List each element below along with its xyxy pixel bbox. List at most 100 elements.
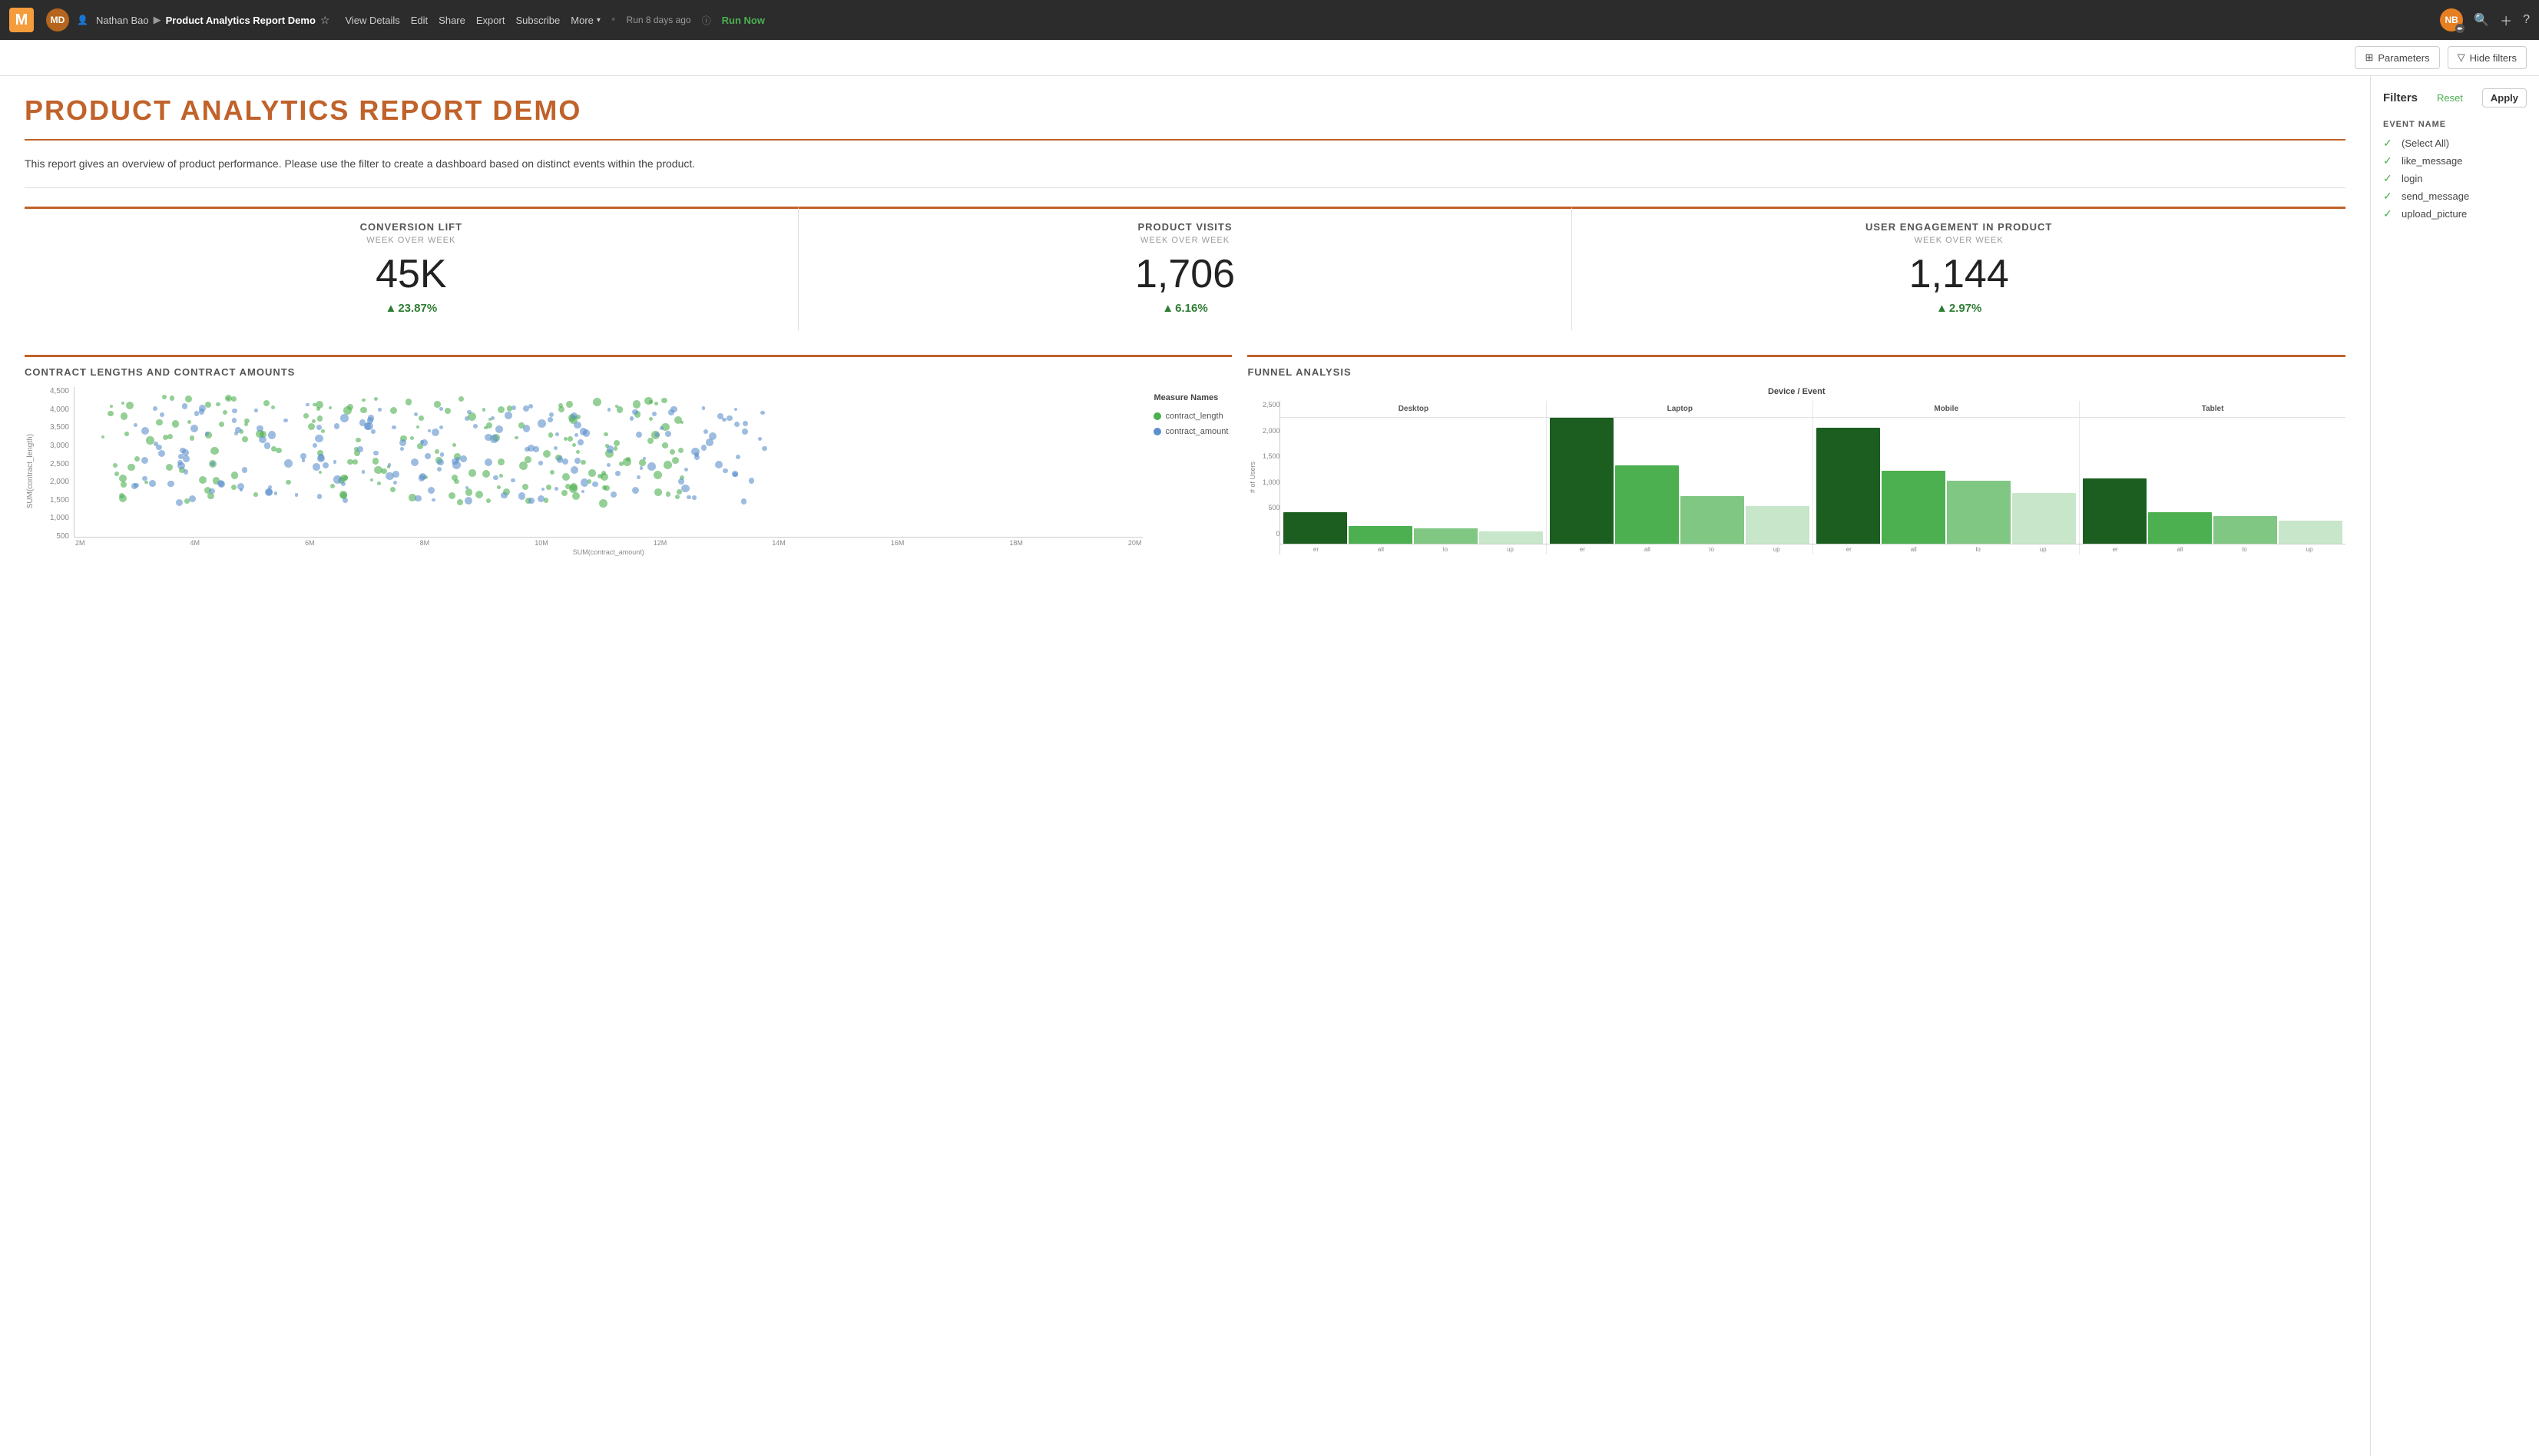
metric-sublabel-1: WEEK OVER WEEK	[814, 236, 1557, 245]
scatter-dot-green	[263, 400, 270, 406]
scatter-dot-green	[457, 499, 463, 505]
scatter-dot-blue	[440, 452, 445, 457]
scatter-dot-green	[661, 398, 667, 404]
filter-item-select-all[interactable]: ✓ (Select All)	[2383, 137, 2527, 150]
scatter-dot-blue	[501, 492, 508, 499]
help-icon[interactable]: ?	[2523, 13, 2530, 27]
scatter-dot-green	[330, 484, 335, 488]
view-details-link[interactable]: View Details	[345, 15, 399, 26]
charts-row: CONTRACT LENGTHS AND CONTRACT AMOUNTS SU…	[25, 355, 2345, 556]
funnel-chart-panel: FUNNEL ANALYSIS Device / Event # of User…	[1247, 355, 2345, 556]
scatter-dot-blue	[749, 478, 754, 483]
bar-mobile-all	[1882, 471, 1945, 544]
scatter-dot-blue	[694, 455, 700, 460]
scatter-dot-blue	[493, 475, 498, 480]
scatter-dot-green	[126, 402, 134, 409]
scatter-dot-green	[170, 395, 175, 401]
scatter-dot-blue	[654, 432, 659, 437]
metric-card-conversion: CONVERSION LIFT WEEK OVER WEEK 45K ▲23.8…	[25, 207, 798, 330]
report-title: PRODUCT ANALYTICS REPORT DEMO	[25, 94, 2345, 127]
star-icon[interactable]: ☆	[320, 14, 330, 27]
scatter-dot-blue	[528, 498, 534, 503]
legend-item-contract-length: contract_length	[1154, 412, 1232, 421]
subscribe-link[interactable]: Subscribe	[515, 15, 560, 26]
scatter-dot-green	[546, 485, 551, 490]
scatter-dot-green	[602, 485, 607, 490]
filter-item-like-message[interactable]: ✓ like_message	[2383, 154, 2527, 167]
scatter-dot-green	[166, 464, 173, 471]
metric-card-visits: PRODUCT VISITS WEEK OVER WEEK 1,706 ▲6.1…	[798, 207, 1572, 330]
filter-apply-button[interactable]: Apply	[2482, 88, 2527, 108]
filter-item-login[interactable]: ✓ login	[2383, 172, 2527, 185]
filter-label-1: like_message	[2402, 155, 2463, 167]
scatter-dot-green	[185, 395, 192, 402]
user-avatar[interactable]: MD	[46, 8, 69, 31]
scatter-dot-green	[452, 443, 456, 447]
metric-card-engagement: USER ENGAGEMENT IN PRODUCT WEEK OVER WEE…	[1571, 207, 2345, 330]
filter-item-send-message[interactable]: ✓ send_message	[2383, 190, 2527, 203]
scatter-dot-green	[121, 412, 128, 420]
scatter-dot-green	[410, 436, 414, 440]
hide-filters-button[interactable]: ▽ Hide filters	[2448, 46, 2527, 69]
scatter-dot-green	[127, 464, 135, 472]
bar-laptop-er	[1550, 418, 1614, 544]
laptop-bars	[1547, 418, 1813, 544]
edit-link[interactable]: Edit	[411, 15, 428, 26]
scatter-dot-blue	[736, 455, 741, 460]
scatter-dot-blue	[317, 494, 323, 499]
current-user-avatar[interactable]: NB ✏	[2440, 8, 2463, 31]
scatter-dot-blue	[392, 425, 396, 430]
scatter-dot-blue	[574, 422, 581, 429]
scatter-dot-blue	[182, 403, 187, 409]
scatter-dot-green	[649, 400, 653, 404]
scatter-dot-blue	[715, 461, 723, 468]
filter-item-upload-picture[interactable]: ✓ upload_picture	[2383, 207, 2527, 220]
scatter-dot-blue	[684, 468, 688, 472]
scatter-dot-blue	[636, 432, 642, 438]
search-icon[interactable]: 🔍	[2474, 12, 2489, 28]
scatter-dot-green	[370, 478, 373, 481]
scatter-dot-blue	[538, 419, 546, 428]
run-now-button[interactable]: Run Now	[722, 15, 765, 26]
scatter-dot-blue	[313, 443, 317, 448]
add-icon[interactable]: ＋	[2500, 11, 2512, 29]
app-logo[interactable]: M	[9, 8, 34, 32]
bar-mobile-er	[1816, 428, 1880, 544]
scatter-dot-green	[588, 469, 596, 477]
export-link[interactable]: Export	[476, 15, 505, 26]
scatter-dot-blue	[184, 469, 189, 475]
funnel-bars-container: Desktop Laptop Mobile Tablet	[1279, 401, 2345, 554]
scatter-dot-blue	[692, 495, 697, 500]
scatter-dot-blue	[167, 481, 174, 488]
scatter-dot-blue	[388, 463, 391, 466]
scatter-dot-green	[654, 402, 658, 405]
scatter-dot-green	[614, 446, 617, 450]
scatter-dot-green	[360, 407, 367, 414]
scatter-dot-green	[458, 396, 464, 402]
scatter-dot-green	[543, 450, 551, 458]
scatter-dot-green	[475, 491, 483, 498]
metric-change-1: ▲6.16%	[814, 302, 1557, 315]
scatter-dot-blue	[742, 429, 748, 435]
more-link[interactable]: More▾	[571, 15, 601, 26]
scatter-y-ticks: 4,500 4,000 3,500 3,000 2,500 2,000 1,50…	[40, 387, 69, 556]
scatter-dot-green	[486, 422, 492, 429]
share-link[interactable]: Share	[439, 15, 465, 26]
scatter-dot-blue	[160, 412, 164, 417]
filter-reset-button[interactable]: Reset	[2437, 92, 2463, 104]
bar-mobile-up	[2012, 493, 2076, 544]
scatter-dot-green	[372, 458, 379, 464]
scatter-dot-green	[271, 405, 275, 409]
scatter-dot-blue	[183, 455, 190, 462]
scatter-dot-green	[110, 405, 113, 408]
scatter-dot-green	[465, 488, 472, 495]
scatter-dot-blue	[313, 463, 320, 471]
parameters-button[interactable]: ⊞ Parameters	[2355, 46, 2439, 69]
scatter-dot-blue	[315, 435, 323, 442]
scatter-chart-panel: CONTRACT LENGTHS AND CONTRACT AMOUNTS SU…	[25, 355, 1232, 556]
scatter-x-axis-label: SUM(contract_amount)	[74, 548, 1143, 556]
scatter-dot-blue	[452, 461, 461, 469]
bar-mobile-lo	[1947, 481, 2011, 544]
scatter-dot-green	[276, 448, 281, 453]
scatter-dot-green	[670, 449, 675, 455]
